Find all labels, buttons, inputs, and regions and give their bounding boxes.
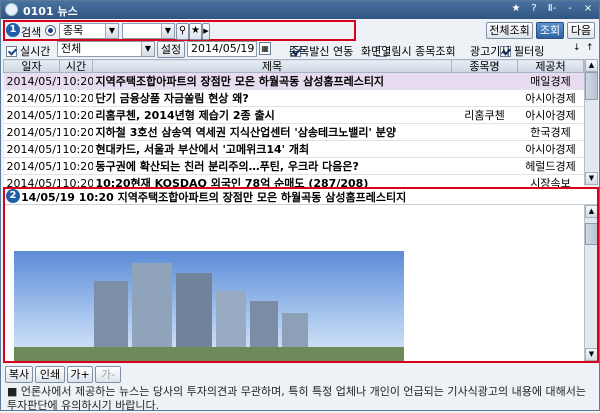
cell-source: 헤럴드경제 — [517, 157, 584, 175]
cell-source: 아시아경제 — [517, 106, 584, 124]
search-type-value: 종목 — [63, 24, 84, 37]
cell-time: 10:20 — [59, 157, 93, 175]
font-increase-button[interactable]: 가+ — [67, 366, 93, 383]
search-icon[interactable]: ⚲ — [176, 23, 189, 40]
stock-link-label: 종목발신 연동 — [289, 45, 354, 58]
realtime-label: 실시간 — [20, 45, 51, 58]
title-bar: 0101 뉴스 ★ ? Ⅱ- - × — [1, 1, 599, 19]
cell-time: 10:20 — [59, 89, 93, 107]
calendar-icon[interactable]: ▦ — [259, 42, 271, 55]
disclaimer-text: ■ 언론사에서 제공하는 뉴스는 당사의 투자의견과 무관하며, 특히 특정 업… — [7, 385, 586, 412]
close-button[interactable]: × — [581, 2, 595, 16]
cell-title: 지하철 3호선 삼송역 역세권 지식산업센터 '삼송테크노밸리' 분양 — [92, 123, 452, 141]
cell-stock — [451, 123, 518, 141]
cell-stock — [451, 157, 518, 175]
table-row[interactable]: 2014/05/1910:20지역주택조합아파트의 장점만 모은 하월곡동 삼성… — [3, 72, 584, 90]
col-header-date[interactable]: 일자 — [3, 59, 60, 73]
cell-date: 2014/05/19 — [3, 89, 60, 107]
chevron-down-icon: ▼ — [161, 24, 174, 38]
cell-stock: 리홈쿠첸 — [451, 106, 518, 124]
settings-button[interactable]: 설정 — [157, 41, 185, 58]
cell-date: 2014/05/19 — [3, 123, 60, 141]
pin-icon[interactable]: ★ — [509, 2, 523, 16]
cell-date: 2014/05/19 — [3, 157, 60, 175]
news-table: 일자 시간 제목 종목명 제공처 2014/05/1910:20지역주택조합아파… — [3, 59, 584, 192]
list-scrollbar[interactable]: ▲ ▼ — [584, 59, 598, 185]
realtime-checkbox[interactable] — [6, 45, 17, 57]
cell-source: 매일경제 — [517, 72, 584, 90]
cell-stock — [451, 140, 518, 158]
cell-stock — [451, 72, 518, 90]
apartment-illustration — [14, 263, 404, 361]
query-button[interactable]: 조회 — [536, 22, 564, 39]
help-icon[interactable]: ? — [527, 2, 541, 16]
menu-icon[interactable]: Ⅱ- — [545, 2, 559, 16]
cell-title: 지역주택조합아파트의 장점만 모은 하월곡동 삼성홈프레스티지 — [92, 72, 452, 90]
cell-date: 2014/05/19 — [3, 140, 60, 158]
col-header-time[interactable]: 시간 — [59, 59, 93, 73]
scroll-up-icon[interactable]: ▲ — [585, 59, 598, 72]
apartment-image — [14, 251, 404, 361]
print-button[interactable]: 인쇄 — [35, 366, 65, 383]
scroll-down-icon[interactable]: ▼ — [585, 172, 598, 185]
category-select[interactable]: 전체 ▼ — [57, 41, 155, 57]
col-header-source[interactable]: 제공처 — [517, 59, 584, 73]
open-query-label: 화면열림시 종목조회 — [361, 45, 456, 58]
cell-time: 10:20 — [59, 72, 93, 90]
cell-title: 단기 금융상품 자금쏠림 현상 왜? — [92, 89, 452, 107]
date-input[interactable]: 2014/05/19 — [187, 41, 257, 57]
cell-title: 현대카드, 서울과 부산에서 '고메위크14' 개최 — [92, 140, 452, 158]
window-title: 0101 뉴스 — [23, 5, 78, 18]
search-type-select[interactable]: 종목 ▼ — [59, 23, 119, 39]
cell-source: 아시아경제 — [517, 140, 584, 158]
ad-filter-label: 광고기사 필터링 — [470, 45, 545, 58]
cell-title: 동구권에 확산되는 친러 분리주의…푸틴, 우크라 다음은? — [92, 157, 452, 175]
news-window: 0101 뉴스 ★ ? Ⅱ- - × 1 검색 종목 ▼ ▼ ⚲ ★ ▶ 전체조회… — [0, 0, 600, 412]
cell-time: 10:20 — [59, 106, 93, 124]
cell-source: 한국경제 — [517, 123, 584, 141]
minimize-button[interactable]: - — [563, 2, 577, 16]
star-icon[interactable]: ★ — [189, 23, 202, 40]
col-header-stock[interactable]: 종목명 — [451, 59, 518, 73]
date-value: 2014/05/19 — [191, 42, 255, 55]
cell-title: 리홈쿠첸, 2014년형 제습기 2종 출시 — [92, 106, 452, 124]
category-value: 전체 — [61, 42, 82, 55]
cell-stock — [451, 89, 518, 107]
copy-button[interactable]: 복사 — [5, 366, 33, 383]
scroll-thumb[interactable] — [585, 72, 598, 100]
section-badge-1: 1 — [6, 23, 20, 37]
table-row[interactable]: 2014/05/1910:20동구권에 확산되는 친러 분리주의…푸틴, 우크라… — [3, 157, 584, 175]
table-row[interactable]: 2014/05/1910:20단기 금융상품 자금쏠림 현상 왜? 아시아경제 — [3, 89, 584, 107]
table-row[interactable]: 2014/05/1910:20리홈쿠첸, 2014년형 제습기 2종 출시리홈쿠… — [3, 106, 584, 124]
play-icon[interactable]: ▶ — [202, 23, 210, 40]
chevron-down-icon: ▼ — [141, 42, 154, 56]
table-row[interactable]: 2014/05/1910:20현대카드, 서울과 부산에서 '고메위크14' 개… — [3, 140, 584, 158]
arrow-up-icon[interactable]: ↑ — [586, 43, 594, 53]
cell-time: 10:20 — [59, 123, 93, 141]
cell-date: 2014/05/19 — [3, 72, 60, 90]
col-header-title[interactable]: 제목 — [92, 59, 452, 73]
cell-time: 10:20 — [59, 140, 93, 158]
next-button[interactable]: 다음 — [567, 22, 595, 39]
arrow-down-icon[interactable]: ↓ — [573, 43, 581, 53]
chevron-down-icon: ▼ — [105, 24, 118, 38]
table-row[interactable]: 2014/05/1910:20지하철 3호선 삼송역 역세권 지식산업센터 '삼… — [3, 123, 584, 141]
stock-code-input[interactable]: ▼ — [122, 23, 175, 39]
view-all-button[interactable]: 전체조회 — [486, 22, 533, 39]
cell-date: 2014/05/19 — [3, 106, 60, 124]
search-radio[interactable] — [45, 25, 56, 36]
font-decrease-button[interactable]: 가- — [95, 366, 121, 383]
search-label: 검색 — [21, 26, 42, 39]
cell-source: 아시아경제 — [517, 89, 584, 107]
app-icon — [5, 3, 18, 16]
